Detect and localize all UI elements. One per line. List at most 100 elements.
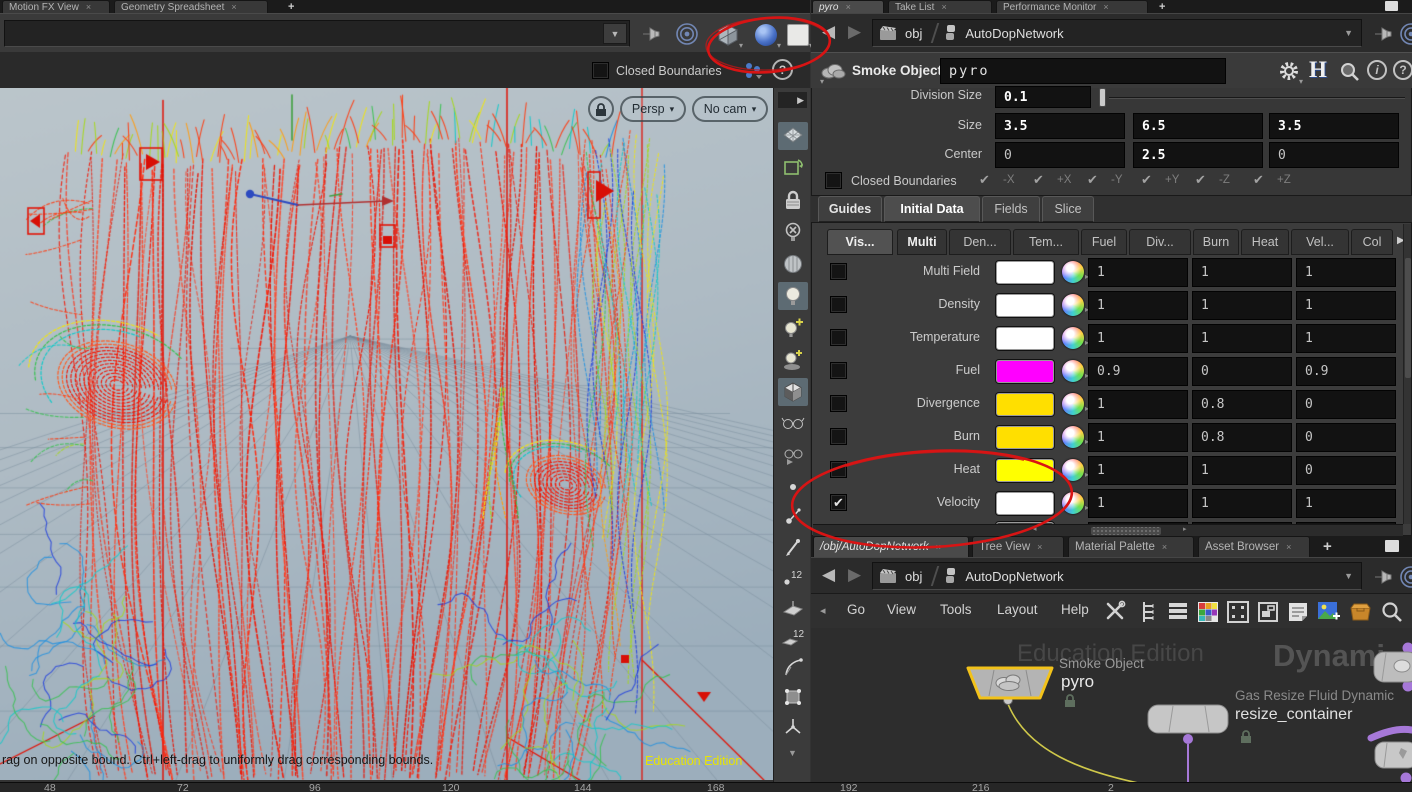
boundary-check-icon[interactable]: ✔ (979, 172, 990, 188)
info-button[interactable]: i (1367, 60, 1387, 80)
vertical-scrollbar[interactable] (1403, 224, 1411, 524)
tree-controls-button[interactable] (1137, 599, 1161, 624)
boundary-check-icon[interactable]: ✔ (1195, 172, 1206, 188)
boundary-check-icon[interactable]: ✔ (1253, 172, 1264, 188)
close-icon[interactable]: × (86, 2, 91, 12)
horizontal-scrollbar[interactable]: ◂ ▸ (813, 524, 1403, 536)
add-note-button[interactable] (1285, 599, 1311, 624)
subtab-burn[interactable]: Burn (1193, 229, 1239, 255)
toolbar-scroll-up-button[interactable]: ▶ (778, 92, 807, 108)
field-color-swatch[interactable] (996, 459, 1054, 482)
geometry-mode-button[interactable]: ▾ (714, 21, 742, 48)
help-button[interactable]: ? (1393, 60, 1412, 80)
field-color-swatch[interactable] (996, 393, 1054, 416)
tab-tree-view[interactable]: Tree View × (972, 536, 1064, 557)
breadcrumb[interactable]: obj AutoDopNetwork ▼ (872, 562, 1362, 590)
close-icon[interactable]: × (1037, 542, 1042, 552)
field-value-z[interactable]: 0 (1296, 390, 1396, 419)
subtab-heat[interactable]: Heat (1241, 229, 1289, 255)
add-tab-button[interactable]: + (1319, 536, 1336, 557)
asset-box-button[interactable] (1347, 599, 1373, 624)
field-value-z[interactable]: 1 (1296, 291, 1396, 320)
color-ramp-icon[interactable] (1062, 294, 1084, 316)
close-icon[interactable]: × (941, 2, 946, 12)
normal-lighting-button[interactable] (778, 282, 808, 310)
center-z-field[interactable]: 0 (1269, 142, 1399, 168)
tab-motion-fx-view[interactable]: Motion FX View × (2, 0, 110, 13)
field-value-y[interactable]: 1 (1192, 291, 1292, 320)
center-y-field[interactable]: 2.5 (1133, 142, 1263, 168)
add-background-image-button[interactable] (1315, 599, 1341, 624)
color-ramp-icon[interactable] (1062, 459, 1084, 481)
ghost-objects-button[interactable] (778, 410, 808, 438)
rotate-view-button[interactable] (778, 154, 808, 182)
viewport-canvas[interactable] (0, 88, 773, 780)
view-grid-button[interactable] (778, 122, 808, 150)
shaded-sphere-button[interactable]: ▾ (752, 22, 779, 48)
color-ramp-icon[interactable] (1062, 360, 1084, 382)
field-value-x[interactable]: 0.9 (1088, 357, 1188, 386)
close-icon[interactable]: × (936, 542, 941, 552)
division-size-slider-track[interactable] (1109, 97, 1405, 99)
subtab-fuel[interactable]: Fuel (1081, 229, 1127, 255)
field-value-z[interactable]: 0.9 (1296, 357, 1396, 386)
field-color-swatch[interactable] (996, 294, 1054, 317)
close-icon[interactable]: × (231, 2, 236, 12)
subtab-multi[interactable]: Multi (897, 229, 947, 255)
field-value-y[interactable]: 0.8 (1192, 390, 1292, 419)
node-resize-container[interactable] (1145, 702, 1233, 738)
network-search-button[interactable] (1379, 599, 1405, 624)
tab-material-palette[interactable]: Material Palette × (1068, 536, 1194, 557)
tab-obj-autodopnetwork[interactable]: /obj/AutoDopNetwork × (813, 536, 969, 557)
pin-panel-button[interactable] (638, 22, 664, 46)
close-icon[interactable]: × (1103, 2, 1108, 12)
field-value-z[interactable]: 0 (1296, 423, 1396, 452)
field-value-y[interactable]: 1 (1192, 489, 1292, 518)
field-color-swatch[interactable] (996, 360, 1054, 383)
field-color-swatch[interactable] (996, 492, 1054, 515)
scroll-right-icon[interactable]: ▸ (1183, 525, 1187, 533)
boundary-check-icon[interactable]: ✔ (1033, 172, 1044, 188)
hide-objects-button[interactable] (778, 442, 808, 470)
node-pyro[interactable] (960, 664, 1060, 704)
pin-panel-button[interactable] (1371, 23, 1395, 45)
breadcrumb-root[interactable]: obj (905, 569, 922, 584)
field-value-x[interactable]: 1 (1088, 324, 1188, 353)
link-group-button[interactable] (674, 21, 700, 47)
field-value-y[interactable]: 0 (1192, 357, 1292, 386)
menu-view[interactable]: View (887, 602, 916, 617)
subnetwork-view-button[interactable] (1255, 599, 1281, 624)
color-ramp-icon[interactable] (1062, 426, 1084, 448)
color-ramp-icon[interactable] (1062, 261, 1084, 283)
viewport-help-button[interactable]: ? (772, 59, 793, 80)
display-profiles-button[interactable] (778, 654, 808, 680)
display-points-button[interactable] (778, 474, 808, 500)
field-value-z[interactable]: 1 (1296, 258, 1396, 287)
breadcrumb-node[interactable]: AutoDopNetwork (965, 26, 1063, 41)
field-value-y[interactable]: 1 (1192, 324, 1292, 353)
close-icon[interactable]: × (845, 2, 850, 12)
field-color-swatch[interactable] (996, 327, 1054, 350)
breadcrumb[interactable]: obj AutoDopNetwork ▼ (872, 19, 1362, 47)
display-handles-button[interactable] (778, 684, 808, 710)
tab-slice[interactable]: Slice (1042, 196, 1094, 222)
link-group-button[interactable] (1399, 565, 1412, 589)
menu-go[interactable]: Go (847, 602, 865, 617)
tab-initial-data[interactable]: Initial Data (884, 196, 980, 222)
division-size-slider-handle[interactable] (1099, 88, 1106, 107)
search-button[interactable] (1337, 59, 1361, 83)
grid-snap-button[interactable] (1225, 599, 1251, 624)
menu-help[interactable]: Help (1061, 602, 1089, 617)
lock-camera-button[interactable] (778, 186, 808, 214)
pin-panel-button[interactable] (1371, 566, 1395, 588)
field-color-swatch[interactable] (996, 261, 1054, 284)
field-value-x[interactable]: 1 (1088, 390, 1188, 419)
timeline-ruler[interactable]: 48 72 96 120 144 168 192 216 2 (0, 782, 1412, 792)
no-lighting-button[interactable] (778, 218, 808, 246)
field-value-x[interactable]: 1 (1088, 456, 1188, 485)
close-icon[interactable]: × (1162, 542, 1167, 552)
flat-shade-button[interactable]: ▾ (784, 22, 811, 48)
chevron-down-icon[interactable]: ▼ (1344, 28, 1353, 38)
add-tab-button[interactable]: + (1155, 0, 1169, 13)
breadcrumb-node[interactable]: AutoDopNetwork (965, 569, 1063, 584)
